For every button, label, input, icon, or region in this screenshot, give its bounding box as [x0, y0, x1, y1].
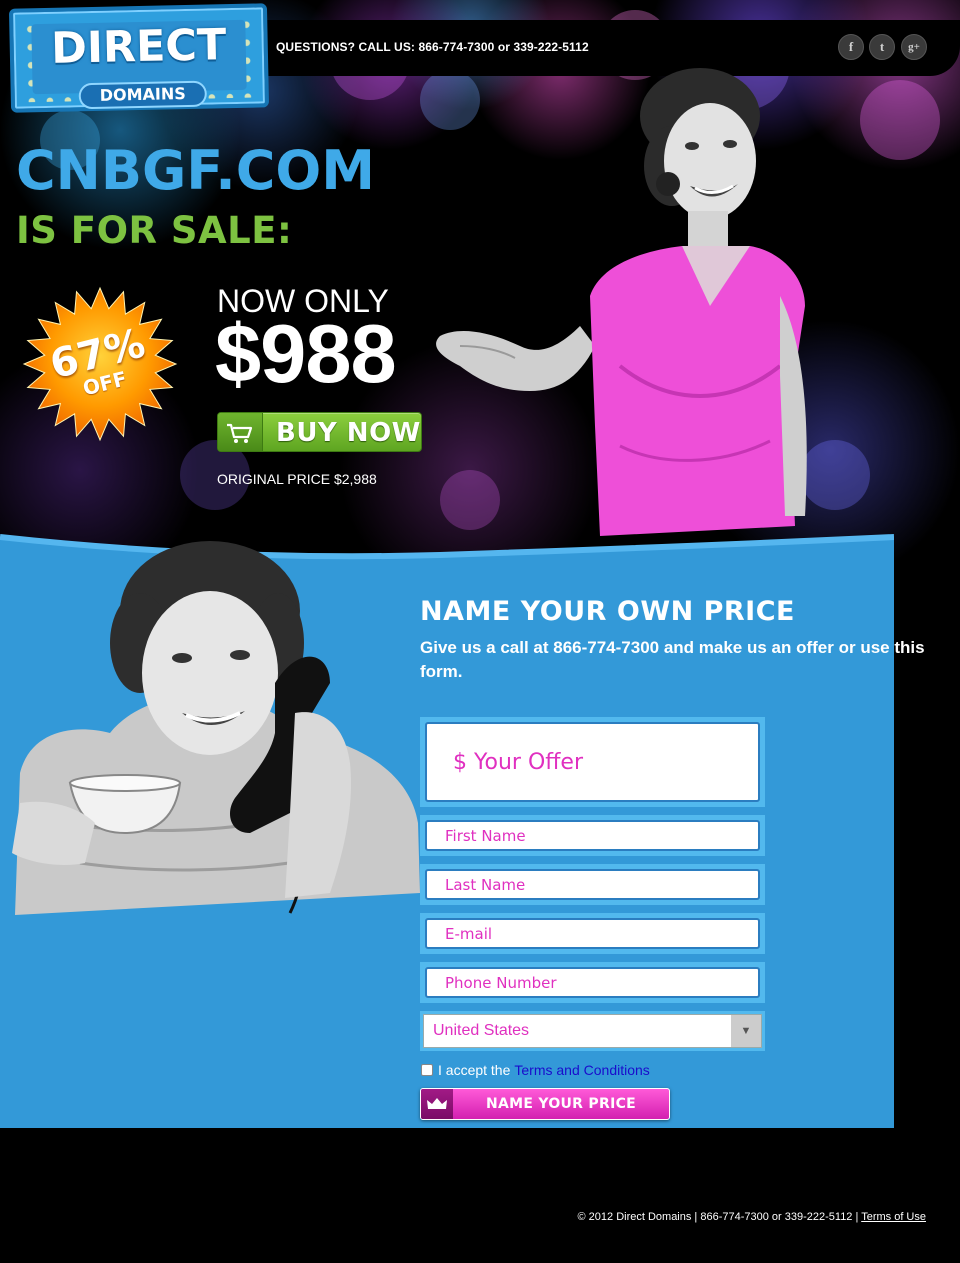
terms-checkbox[interactable]: [421, 1064, 433, 1076]
crown-icon: [427, 1098, 447, 1109]
terms-prefix-text: I accept the: [438, 1062, 511, 1078]
buy-now-button[interactable]: BUY NOW: [217, 412, 422, 452]
country-select-value: United States: [433, 1022, 530, 1039]
original-price-text: ORIGINAL PRICE $2,988: [217, 471, 377, 487]
domain-name-heading: CNBGF.COM: [16, 139, 376, 202]
last-name-input[interactable]: Last Name: [425, 869, 760, 900]
footer: © 2012 Direct Domains | 866-774-7300 or …: [578, 1211, 927, 1223]
name-your-price-button-label: NAME YOUR PRICE: [485, 1096, 637, 1112]
buy-now-label: BUY NOW: [276, 418, 421, 448]
terms-and-conditions-link[interactable]: Terms and Conditions: [514, 1062, 649, 1078]
phone-input[interactable]: Phone Number: [425, 967, 760, 998]
twitter-icon[interactable]: t: [869, 34, 895, 60]
chevron-down-icon[interactable]: ▼: [731, 1015, 761, 1047]
for-sale-heading: IS FOR SALE:: [16, 209, 293, 252]
logo-direct-text: DIRECT: [50, 20, 227, 74]
bokeh-light: [860, 80, 940, 160]
name-your-price-subtitle: Give us a call at 866-774-7300 and make …: [420, 638, 925, 681]
terms-of-use-link[interactable]: Terms of Use: [861, 1211, 926, 1223]
first-name-field-wrap: First Name: [420, 815, 765, 856]
email-field-wrap: E-mail: [420, 913, 765, 954]
logo-domains-text: DOMAINS: [78, 80, 208, 110]
last-name-field-wrap: Last Name: [420, 864, 765, 905]
email-input[interactable]: E-mail: [425, 918, 760, 949]
woman-pink-dress-image: [436, 68, 807, 536]
direct-domains-logo[interactable]: DIRECT DOMAINS: [8, 3, 270, 113]
facebook-icon[interactable]: f: [838, 34, 864, 60]
country-select[interactable]: United States ▼: [423, 1014, 762, 1048]
sale-price: $988: [215, 307, 397, 400]
terms-row: I accept the Terms and Conditions: [421, 1062, 650, 1078]
country-select-wrap: United States ▼: [420, 1011, 765, 1051]
offer-field-wrap: $ Your Offer: [420, 717, 765, 807]
name-your-price-button[interactable]: NAME YOUR PRICE: [420, 1088, 670, 1120]
shopping-cart-icon: [227, 423, 253, 443]
name-your-price-heading: NAME YOUR OWN PRICE: [420, 596, 795, 627]
offer-input[interactable]: $ Your Offer: [425, 722, 760, 802]
google-plus-icon[interactable]: g+: [901, 34, 927, 60]
footer-copyright: © 2012 Direct Domains | 866-774-7300 or …: [577, 1211, 859, 1223]
phone-field-wrap: Phone Number: [420, 962, 765, 1003]
first-name-input[interactable]: First Name: [425, 820, 760, 851]
woman-on-phone-image: [12, 541, 420, 915]
